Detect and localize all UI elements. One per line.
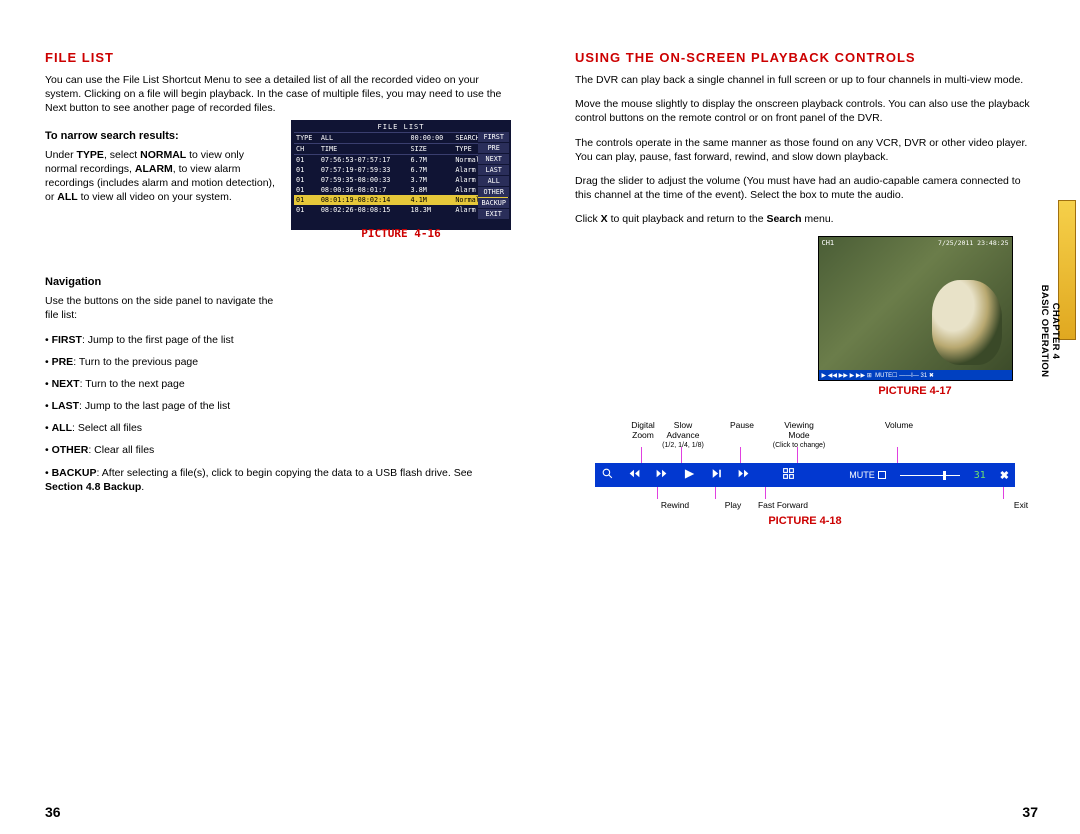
navigation-list: • FIRST: Jump to the first page of the l… xyxy=(45,333,505,494)
nav-item: • PRE: Turn to the previous page xyxy=(45,355,505,369)
narrow-heading: To narrow search results: xyxy=(45,130,275,142)
diagram-label: Volume xyxy=(869,421,929,430)
chapter-title: BASIC OPERATION xyxy=(1039,285,1050,377)
file-list-title: FILE LIST xyxy=(294,123,508,131)
table-row: 0107:59:35-08:00:333.7MAlarm xyxy=(294,175,508,185)
narrow-body: Under TYPE, select NORMAL to view only n… xyxy=(45,148,275,205)
volume-value: 31 xyxy=(974,470,986,481)
diagram-label: ViewingMode(Click to change) xyxy=(769,421,829,449)
diagram-label: Fast Forward xyxy=(743,501,823,510)
channel-label: CH1 xyxy=(822,239,835,247)
playback-p5: Click X to quit playback and return to t… xyxy=(575,212,1035,226)
side-button: ALL xyxy=(478,176,509,186)
close-icon[interactable]: ✖ xyxy=(1000,469,1009,482)
playback-p3: The controls operate in the same manner … xyxy=(575,136,1035,164)
playback-p2: Move the mouse slightly to display the o… xyxy=(575,97,1035,125)
mini-playback-bar: ▶ ◀◀ ▶▶ ▶ ▶▶ ⊞ MUTE☐ ——I— 31 ✖ xyxy=(819,370,1012,380)
side-button: NEXT xyxy=(478,154,509,164)
mute-checkbox[interactable]: MUTE xyxy=(849,470,886,480)
rewind-icon[interactable] xyxy=(628,467,641,483)
diagram-label: Pause xyxy=(712,421,772,430)
side-button: FIRST xyxy=(478,132,509,142)
picture-4-17-label: PICTURE 4-17 xyxy=(805,385,1025,397)
side-button: BACKUP xyxy=(478,198,509,208)
navigation-intro: Use the buttons on the side panel to nav… xyxy=(45,294,275,322)
chapter-tab: CHAPTER 4 BASIC OPERATION xyxy=(1058,200,1076,340)
file-list-screenshot: FILE LIST TYPE ALL 00:00:00 SEARCH CH TI… xyxy=(291,120,511,230)
nav-item: • NEXT: Turn to the next page xyxy=(45,377,505,391)
playback-p4: Drag the slider to adjust the volume (Yo… xyxy=(575,174,1035,202)
playback-heading: Using the On-Screen Playback Controls xyxy=(575,50,1035,65)
nav-item: • FIRST: Jump to the first page of the l… xyxy=(45,333,505,347)
cat-image xyxy=(932,280,1002,365)
side-button: PRE xyxy=(478,143,509,153)
nav-item: • ALL: Select all files xyxy=(45,421,505,435)
slow-advance-icon[interactable] xyxy=(655,467,668,483)
playback-p1: The DVR can play back a single channel i… xyxy=(575,73,1035,87)
fast-forward-icon[interactable] xyxy=(737,467,750,483)
timestamp-label: 7/25/2011 23:48:25 xyxy=(938,239,1008,247)
page-number-left: 36 xyxy=(45,804,61,820)
nav-item: • LAST: Jump to the last page of the lis… xyxy=(45,399,505,413)
chapter-number: CHAPTER 4 xyxy=(1050,261,1061,401)
volume-slider[interactable] xyxy=(900,475,960,476)
table-row: 0108:01:19-08:02:144.1MNormal xyxy=(294,195,508,205)
nav-item: • BACKUP: After selecting a file(s), cli… xyxy=(45,466,505,494)
picture-4-16-label: PICTURE 4-16 xyxy=(291,227,511,240)
playback-screenshot: CH1 7/25/2011 23:48:25 ▶ ◀◀ ▶▶ ▶ ▶▶ ⊞ MU… xyxy=(818,236,1013,381)
zoom-icon[interactable] xyxy=(601,467,614,483)
playback-bar[interactable]: MUTE 31 ✖ xyxy=(595,463,1015,487)
page-number-right: 37 xyxy=(1022,804,1038,820)
pause-icon[interactable] xyxy=(710,467,723,483)
table-row: 0107:56:53-07:57:176.7MNormal xyxy=(294,155,508,166)
mute-label: MUTE xyxy=(849,470,875,480)
playback-bar-diagram: DigitalZoomSlowAdvance(1/2, 1/4, 1/8)Pau… xyxy=(595,427,1015,487)
play-icon[interactable] xyxy=(682,467,696,484)
table-row: 0108:02:26-08:08:1518.3MAlarm xyxy=(294,205,508,215)
side-button: EXIT xyxy=(478,209,509,219)
file-list-intro: You can use the File List Shortcut Menu … xyxy=(45,73,505,116)
file-list-heading: File List xyxy=(45,50,505,65)
picture-4-18-label: PICTURE 4-18 xyxy=(575,515,1035,527)
mute-check[interactable] xyxy=(878,471,886,479)
navigation-heading: Navigation xyxy=(45,276,505,288)
nav-item: • OTHER: Clear all files xyxy=(45,443,505,457)
grid-icon[interactable] xyxy=(782,467,795,483)
table-row: 0108:00:36-08:01:73.8MAlarm xyxy=(294,185,508,195)
diagram-label: Exit xyxy=(981,501,1061,510)
diagram-label: SlowAdvance(1/2, 1/4, 1/8) xyxy=(653,421,713,449)
table-row: 0107:57:19-07:59:336.7MAlarm xyxy=(294,165,508,175)
side-button: LAST xyxy=(478,165,509,175)
side-button: OTHER xyxy=(478,187,509,197)
